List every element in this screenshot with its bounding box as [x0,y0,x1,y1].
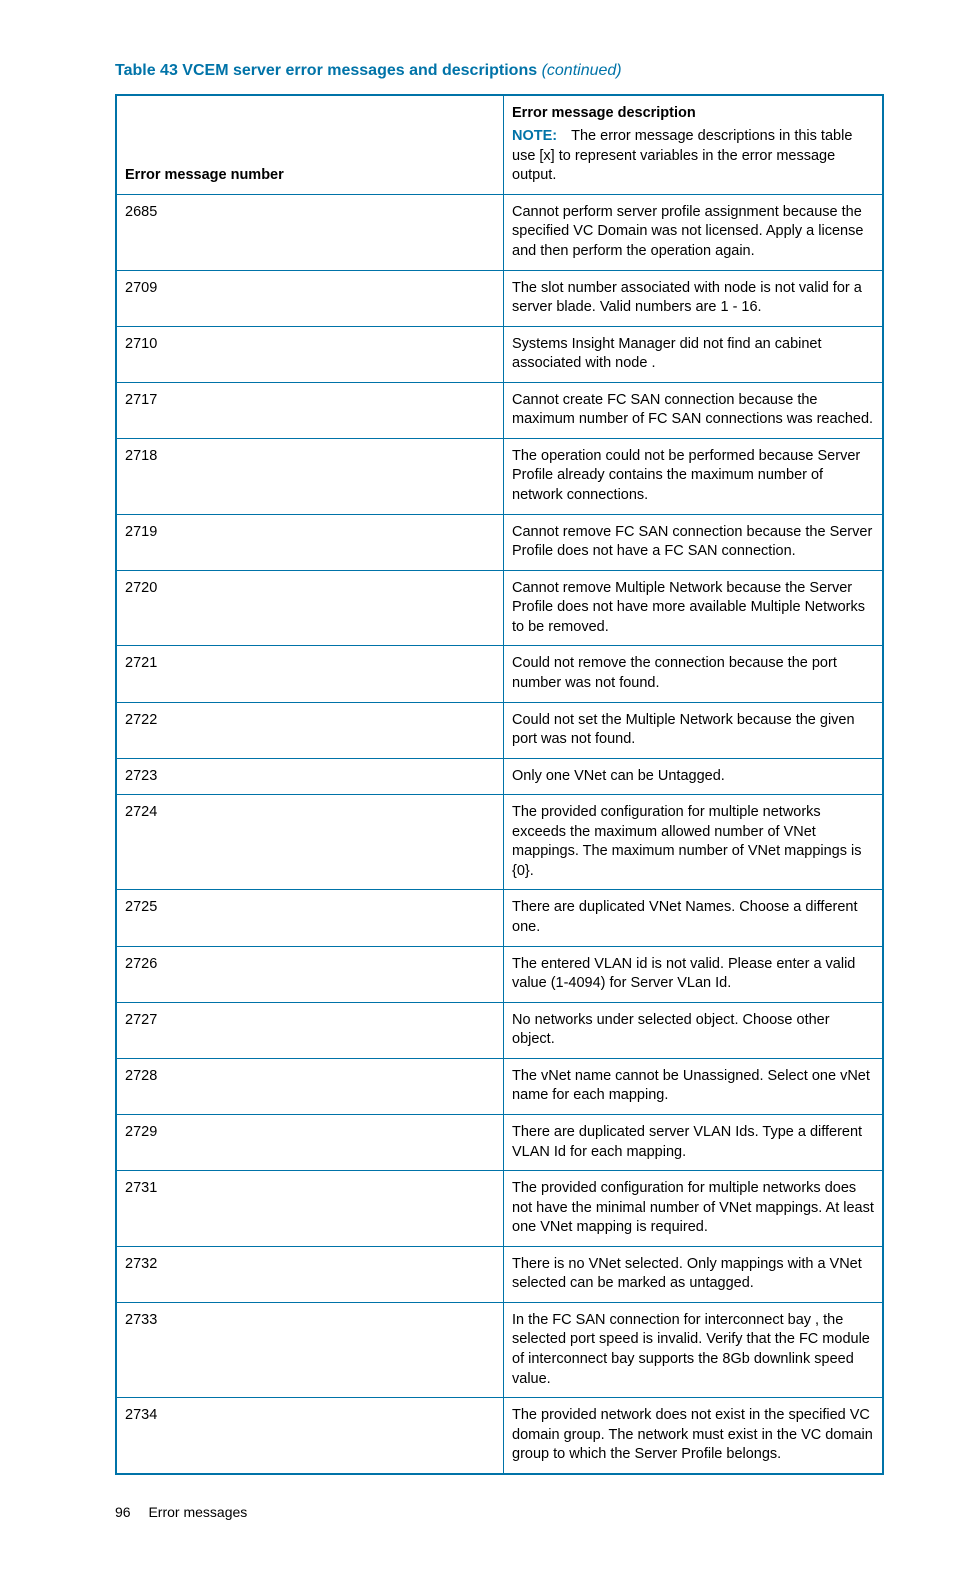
table-row: 2729There are duplicated server VLAN Ids… [116,1114,883,1170]
error-number-cell: 2719 [116,514,504,570]
error-description-cell: There are duplicated VNet Names. Choose … [504,890,884,946]
error-number-cell: 2729 [116,1114,504,1170]
note-text: The error message descriptions in this t… [512,128,852,183]
error-number-cell: 2726 [116,946,504,1002]
table-row: 2725There are duplicated VNet Names. Cho… [116,890,883,946]
error-number-cell: 2725 [116,890,504,946]
error-description-cell: Could not remove the connection because … [504,646,884,702]
error-description-cell: Only one VNet can be Untagged. [504,758,884,795]
table-row: 2717Cannot create FC SAN connection beca… [116,382,883,438]
table-row: 2685Cannot perform server profile assign… [116,194,883,270]
error-description-cell: Cannot perform server profile assignment… [504,194,884,270]
document-page: Table 43 VCEM server error messages and … [0,0,954,1572]
error-number-cell: 2685 [116,194,504,270]
page-footer: 96 Error messages [115,1503,884,1522]
table-row: 2720Cannot remove Multiple Network becau… [116,570,883,646]
error-number-cell: 2723 [116,758,504,795]
error-number-cell: 2734 [116,1398,504,1474]
table-row: 2721Could not remove the connection beca… [116,646,883,702]
error-number-cell: 2722 [116,702,504,758]
table-row: 2722Could not set the Multiple Network b… [116,702,883,758]
error-description-cell: In the FC SAN connection for interconnec… [504,1302,884,1397]
error-messages-table: Error message number Error message descr… [115,94,884,1475]
column-header-description: Error message description NOTE:The error… [504,95,884,195]
error-description-cell: The entered VLAN id is not valid. Please… [504,946,884,1002]
error-description-cell: Cannot remove Multiple Network because t… [504,570,884,646]
error-number-cell: 2731 [116,1171,504,1247]
table-row: 2710Systems Insight Manager did not find… [116,326,883,382]
error-description-cell: The vNet name cannot be Unassigned. Sele… [504,1058,884,1114]
table-row: 2728The vNet name cannot be Unassigned. … [116,1058,883,1114]
table-row: 2733In the FC SAN connection for interco… [116,1302,883,1397]
table-row: 2727No networks under selected object. C… [116,1002,883,1058]
table-title-continued: (continued) [542,62,622,79]
table-title: Table 43 VCEM server error messages and … [115,60,884,82]
table-row: 2734The provided network does not exist … [116,1398,883,1474]
page-number: 96 [115,1504,131,1520]
error-description-cell: The provided configuration for multiple … [504,795,884,890]
table-row: 2723Only one VNet can be Untagged. [116,758,883,795]
error-description-cell: Systems Insight Manager did not find an … [504,326,884,382]
table-row: 2731The provided configuration for multi… [116,1171,883,1247]
error-description-cell: The operation could not be performed bec… [504,438,884,514]
error-description-cell: Cannot create FC SAN connection because … [504,382,884,438]
error-description-cell: Could not set the Multiple Network becau… [504,702,884,758]
error-number-cell: 2724 [116,795,504,890]
error-number-cell: 2721 [116,646,504,702]
error-number-cell: 2732 [116,1246,504,1302]
table-row: 2718The operation could not be performed… [116,438,883,514]
table-body: 2685Cannot perform server profile assign… [116,194,883,1474]
error-number-cell: 2709 [116,270,504,326]
error-description-cell: The provided configuration for multiple … [504,1171,884,1247]
error-number-cell: 2710 [116,326,504,382]
table-row: 2719Cannot remove FC SAN connection beca… [116,514,883,570]
footer-section: Error messages [148,1504,247,1520]
table-row: 2726The entered VLAN id is not valid. Pl… [116,946,883,1002]
error-number-cell: 2718 [116,438,504,514]
desc-note-line: NOTE:The error message descriptions in t… [512,127,874,186]
table-title-prefix: Table 43 VCEM server error messages and … [115,62,537,79]
desc-heading: Error message description [512,104,874,124]
error-description-cell: There are duplicated server VLAN Ids. Ty… [504,1114,884,1170]
error-number-cell: 2728 [116,1058,504,1114]
error-description-cell: Cannot remove FC SAN connection because … [504,514,884,570]
note-label: NOTE: [512,128,557,144]
error-number-cell: 2720 [116,570,504,646]
table-row: 2724The provided configuration for multi… [116,795,883,890]
error-number-cell: 2727 [116,1002,504,1058]
error-description-cell: There is no VNet selected. Only mappings… [504,1246,884,1302]
error-number-cell: 2717 [116,382,504,438]
table-row: 2709The slot number associated with node… [116,270,883,326]
error-description-cell: No networks under selected object. Choos… [504,1002,884,1058]
error-description-cell: The slot number associated with node is … [504,270,884,326]
column-header-number: Error message number [116,95,504,195]
table-row: 2732There is no VNet selected. Only mapp… [116,1246,883,1302]
error-description-cell: The provided network does not exist in t… [504,1398,884,1474]
error-number-cell: 2733 [116,1302,504,1397]
